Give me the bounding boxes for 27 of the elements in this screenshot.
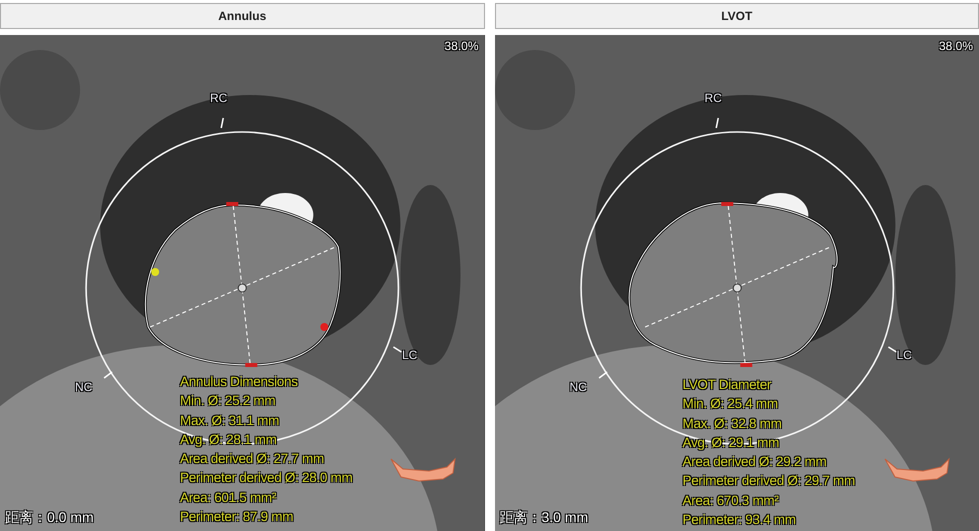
measurement-title: LVOT Diameter (682, 376, 772, 394)
zoom-level: 38.0% (444, 39, 478, 53)
distance-readout: 距离：3.0 mm (500, 509, 588, 527)
measurement-value: Perimeter derived Ø: 29.7 mm (682, 472, 855, 490)
panel-title: Annulus (0, 3, 484, 29)
cusp-label: LC (896, 348, 912, 362)
distance-readout: 距离：0.0 mm (5, 509, 94, 527)
measurement-value: Perimeter: 87.9 mm (180, 508, 294, 526)
measurement-value: Min. Ø: 25.4 mm (682, 395, 779, 414)
zoom-level: 38.0% (938, 39, 973, 53)
measurement-title: Annulus Dimensions (180, 373, 299, 391)
measurement-value: Min. Ø: 25.2 mm (180, 392, 276, 410)
measurement-value: Perimeter derived Ø: 28.0 mm (180, 469, 352, 488)
measurement-value: Max. Ø: 31.1 mm (180, 412, 280, 430)
measurement-value: Max. Ø: 32.8 mm (682, 414, 783, 433)
measurement-value: Area derived Ø: 27.7 mm (180, 450, 325, 468)
measurement-value: Area derived Ø: 29.2 mm (682, 453, 828, 472)
cusp-label: LC (402, 348, 418, 362)
cusp-label: NC (570, 380, 587, 394)
cusp-label: NC (75, 380, 92, 394)
cusp-label: RC (210, 91, 228, 105)
measurement-value: Area: 670.3 mm² (682, 492, 780, 510)
measurement-value: Area: 601.5 mm² (180, 488, 278, 507)
body-orientation-icon (388, 455, 458, 483)
measurement-value: Perimeter: 93.4 mm (682, 511, 797, 530)
cusp-label: RC (704, 91, 722, 105)
panel-title: LVOT (494, 3, 979, 29)
